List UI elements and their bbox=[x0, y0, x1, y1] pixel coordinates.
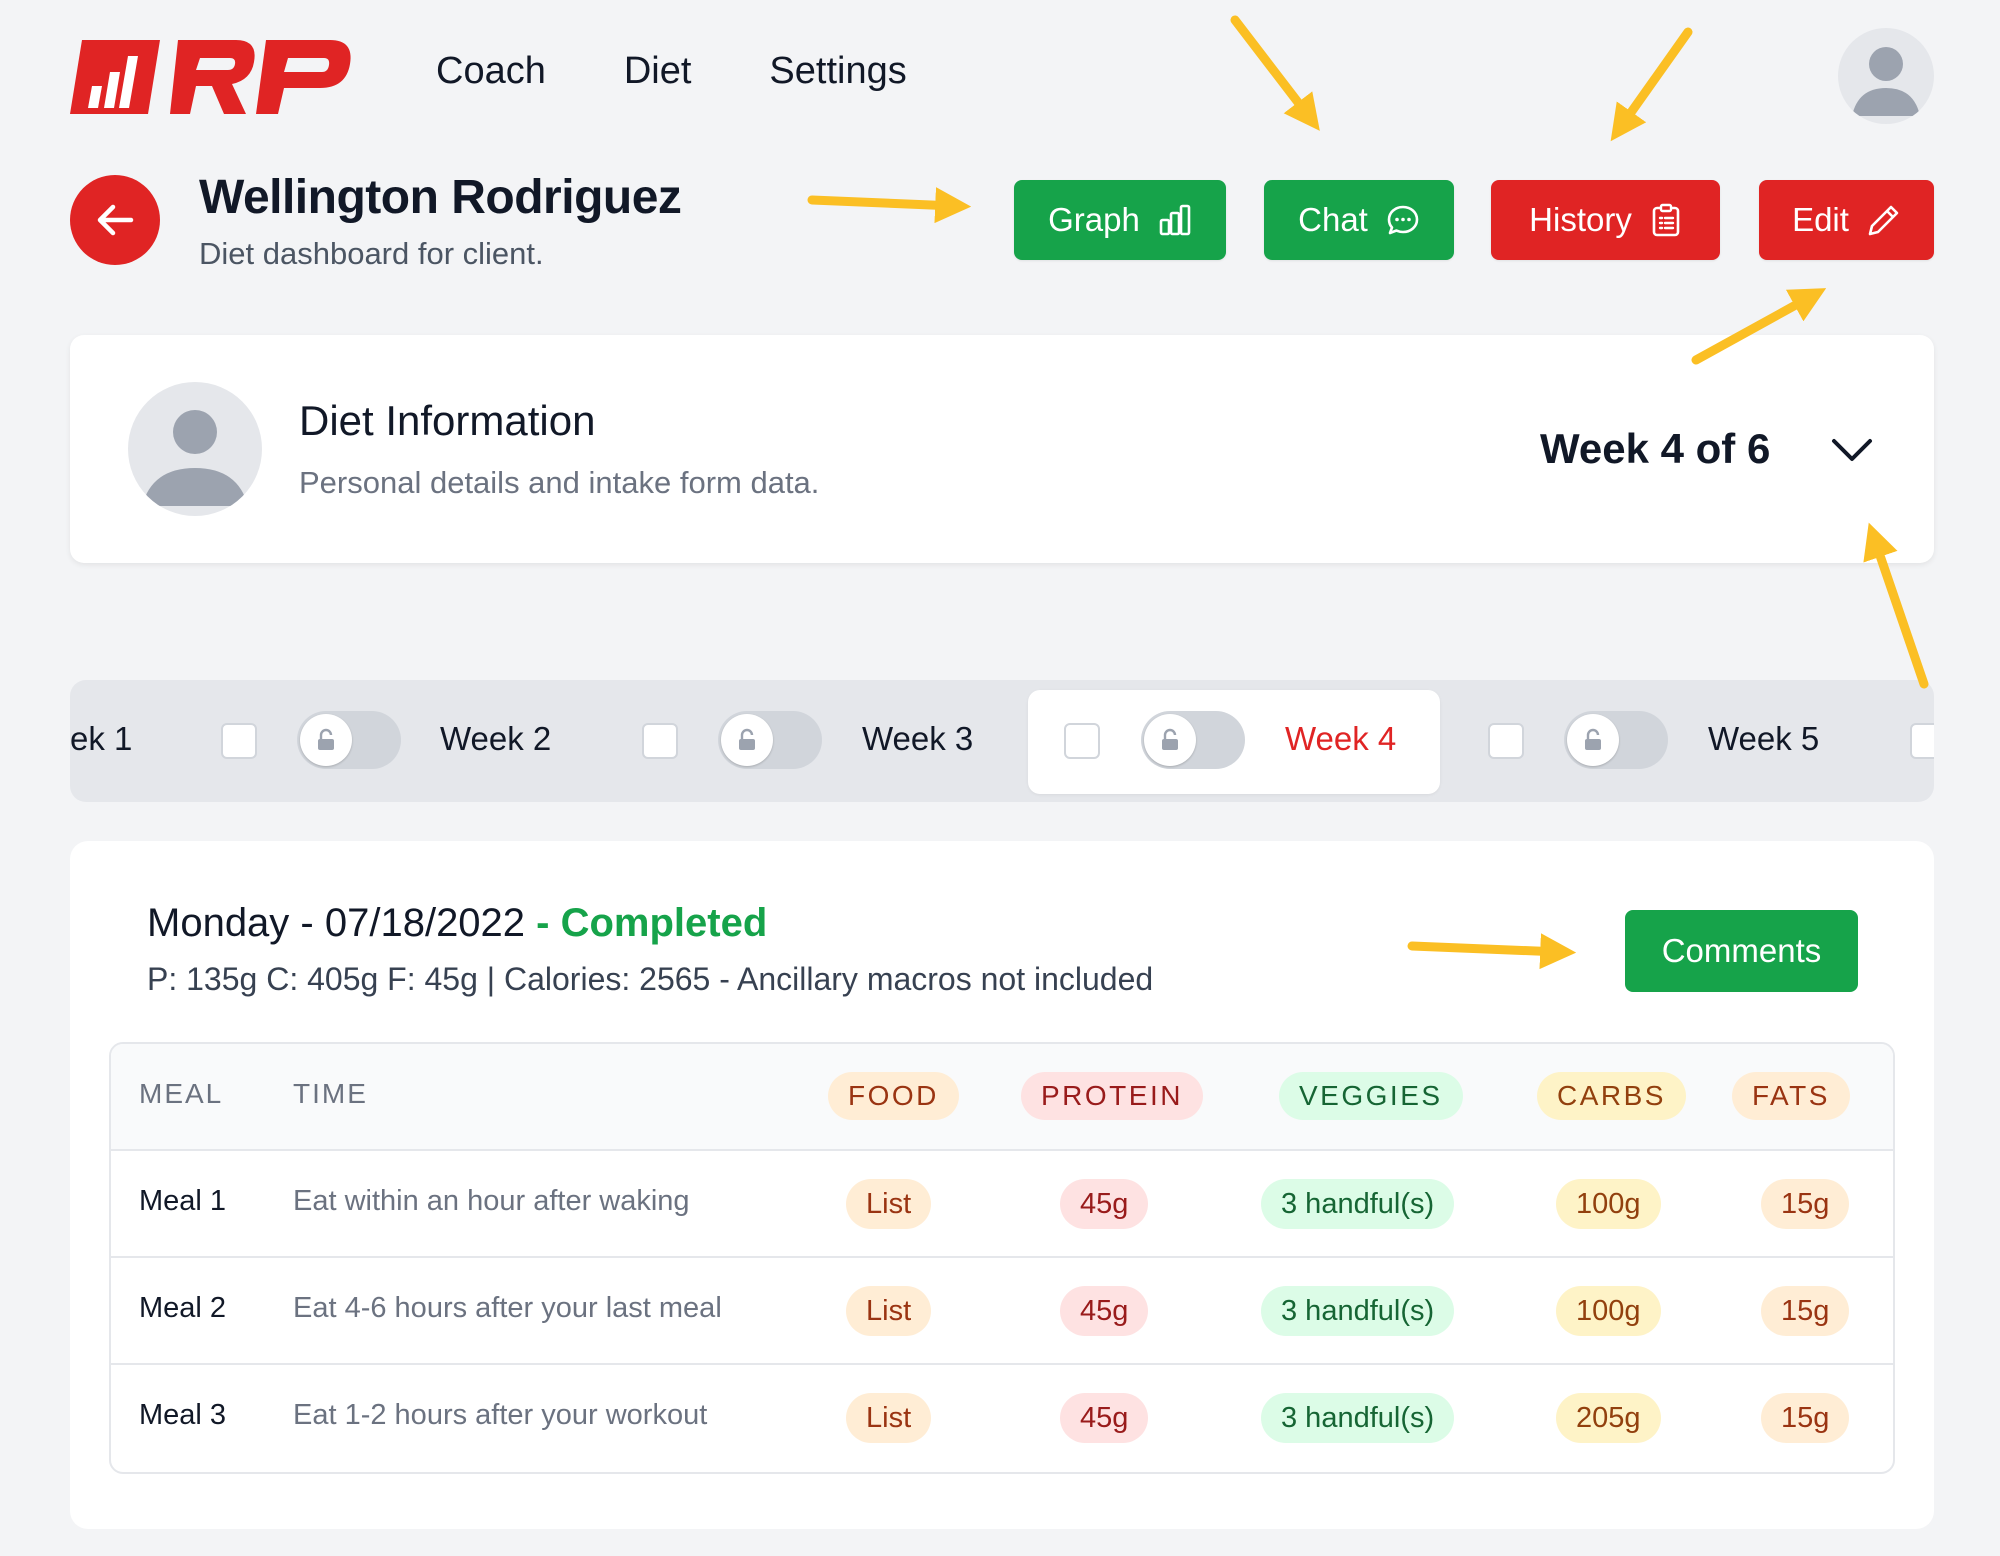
header-meal: MEAL bbox=[139, 1078, 224, 1109]
week-4-lock-toggle[interactable] bbox=[1141, 711, 1245, 769]
table-header: MEAL TIME FOOD PROTEIN VEGGIES CARBS FAT… bbox=[111, 1044, 1893, 1151]
edit-button[interactable]: Edit bbox=[1759, 180, 1934, 260]
diet-info-card: Diet Information Personal details and in… bbox=[70, 335, 1934, 563]
back-button[interactable] bbox=[70, 175, 160, 265]
chevron-down-icon bbox=[1832, 439, 1872, 461]
meal-time: Eat 1-2 hours after your workout bbox=[293, 1399, 708, 1431]
arrow-to-chat bbox=[1230, 15, 1320, 131]
user-avatar[interactable] bbox=[1838, 28, 1934, 124]
history-button-label: History bbox=[1529, 201, 1632, 238]
toggle-knob bbox=[1144, 714, 1196, 766]
bar-chart-icon bbox=[1159, 204, 1191, 236]
meal-time: Eat 4-6 hours after your last meal bbox=[293, 1292, 722, 1324]
nav-coach[interactable]: Coach bbox=[436, 50, 546, 93]
meal-name: Meal 3 bbox=[139, 1399, 227, 1431]
lock-open-icon bbox=[1585, 728, 1601, 750]
week-4-checkbox[interactable] bbox=[1064, 723, 1100, 759]
nav-diet[interactable]: Diet bbox=[624, 50, 692, 93]
carbs-value: 205g bbox=[1556, 1393, 1661, 1443]
rp-logo[interactable] bbox=[68, 36, 360, 118]
week-tab-3[interactable]: Week 3 bbox=[862, 720, 973, 758]
week-2-checkbox[interactable] bbox=[221, 723, 257, 759]
lock-open-icon bbox=[739, 728, 755, 750]
protein-value: 45g bbox=[1060, 1179, 1149, 1229]
header-food: FOOD bbox=[828, 1072, 959, 1120]
table-row: Meal 1 Eat within an hour after waking L… bbox=[111, 1151, 1893, 1258]
week-tab-5[interactable]: Week 5 bbox=[1708, 720, 1819, 758]
arrow-to-history bbox=[1610, 27, 1693, 142]
header-fats: FATS bbox=[1732, 1072, 1850, 1120]
table-row: Meal 3 Eat 1-2 hours after your workout … bbox=[111, 1365, 1893, 1472]
toggle-knob bbox=[1567, 714, 1619, 766]
week-selector[interactable]: Week 4 of 6 bbox=[1540, 425, 1770, 473]
day-macros: P: 135g C: 405g F: 45g | Calories: 2565 … bbox=[147, 961, 1154, 997]
client-name: Wellington Rodriguez bbox=[199, 171, 682, 224]
day-card: Monday - 07/18/2022 - Completed P: 135g … bbox=[70, 841, 1934, 1529]
header-time: TIME bbox=[293, 1078, 368, 1109]
carbs-value: 100g bbox=[1556, 1179, 1661, 1229]
meal-time: Eat within an hour after waking bbox=[293, 1185, 690, 1217]
meal-name: Meal 2 bbox=[139, 1292, 227, 1324]
food-list-link[interactable]: List bbox=[846, 1393, 932, 1443]
rp-logo-icon bbox=[70, 40, 351, 114]
chat-button[interactable]: Chat bbox=[1264, 180, 1454, 260]
clipboard-icon bbox=[1652, 203, 1680, 237]
meals-table: MEAL TIME FOOD PROTEIN VEGGIES CARBS FAT… bbox=[109, 1042, 1895, 1474]
food-list-link[interactable]: List bbox=[846, 1286, 932, 1336]
meal-name: Meal 1 bbox=[139, 1185, 227, 1217]
toggle-knob bbox=[721, 714, 773, 766]
fats-value: 15g bbox=[1761, 1286, 1850, 1336]
table-row: Meal 2 Eat 4-6 hours after your last mea… bbox=[111, 1258, 1893, 1365]
fats-value: 15g bbox=[1761, 1393, 1850, 1443]
pencil-icon bbox=[1868, 205, 1899, 236]
week-tab-2[interactable]: Week 2 bbox=[440, 720, 551, 758]
week-tab-4[interactable]: Week 4 bbox=[1285, 720, 1396, 758]
veggies-value: 3 handful(s) bbox=[1261, 1179, 1455, 1229]
main-nav: Coach Diet Settings bbox=[436, 50, 907, 93]
chat-bubble-icon bbox=[1387, 205, 1419, 235]
nav-settings[interactable]: Settings bbox=[769, 50, 906, 93]
day-date: Monday - 07/18/2022 bbox=[147, 901, 526, 945]
carbs-value: 100g bbox=[1556, 1286, 1661, 1336]
history-button[interactable]: History bbox=[1491, 180, 1720, 260]
veggies-value: 3 handful(s) bbox=[1261, 1393, 1455, 1443]
protein-value: 45g bbox=[1060, 1393, 1149, 1443]
week-5-checkbox[interactable] bbox=[1488, 723, 1524, 759]
week-3-lock-toggle[interactable] bbox=[718, 711, 822, 769]
diet-info-subtitle: Personal details and intake form data. bbox=[299, 465, 820, 500]
day-title: Monday - 07/18/2022 - Completed bbox=[147, 901, 767, 946]
arrow-to-graph bbox=[807, 187, 972, 224]
lock-open-icon bbox=[1162, 728, 1178, 750]
diet-info-title: Diet Information bbox=[299, 397, 596, 444]
toggle-knob bbox=[300, 714, 352, 766]
user-avatar-icon bbox=[1852, 47, 1920, 116]
graph-button-label: Graph bbox=[1048, 201, 1140, 238]
comments-button[interactable]: Comments bbox=[1625, 910, 1858, 992]
lock-open-icon bbox=[318, 728, 334, 750]
graph-button[interactable]: Graph bbox=[1014, 180, 1226, 260]
chat-button-label: Chat bbox=[1298, 201, 1368, 238]
person-icon bbox=[142, 410, 248, 506]
week-6-checkbox[interactable] bbox=[1910, 723, 1934, 759]
week-2-lock-toggle[interactable] bbox=[297, 711, 401, 769]
day-status: - Completed bbox=[525, 901, 768, 945]
week-tab-1[interactable]: ek 1 bbox=[70, 720, 132, 758]
header-protein: PROTEIN bbox=[1021, 1072, 1203, 1120]
header-carbs: CARBS bbox=[1537, 1072, 1686, 1120]
week-dropdown-toggle[interactable] bbox=[1830, 435, 1874, 470]
fats-value: 15g bbox=[1761, 1179, 1850, 1229]
client-avatar bbox=[128, 382, 262, 516]
protein-value: 45g bbox=[1060, 1286, 1149, 1336]
edit-button-label: Edit bbox=[1792, 201, 1849, 238]
arrow-left-icon bbox=[97, 204, 134, 236]
veggies-value: 3 handful(s) bbox=[1261, 1286, 1455, 1336]
week-5-lock-toggle[interactable] bbox=[1564, 711, 1668, 769]
header-veggies: VEGGIES bbox=[1279, 1072, 1463, 1120]
food-list-link[interactable]: List bbox=[846, 1179, 932, 1229]
week-tabs: ek 1 Week 2 Week 3 Week 4 Week 5 bbox=[70, 680, 1934, 802]
client-subtitle: Diet dashboard for client. bbox=[199, 236, 544, 271]
week-3-checkbox[interactable] bbox=[642, 723, 678, 759]
